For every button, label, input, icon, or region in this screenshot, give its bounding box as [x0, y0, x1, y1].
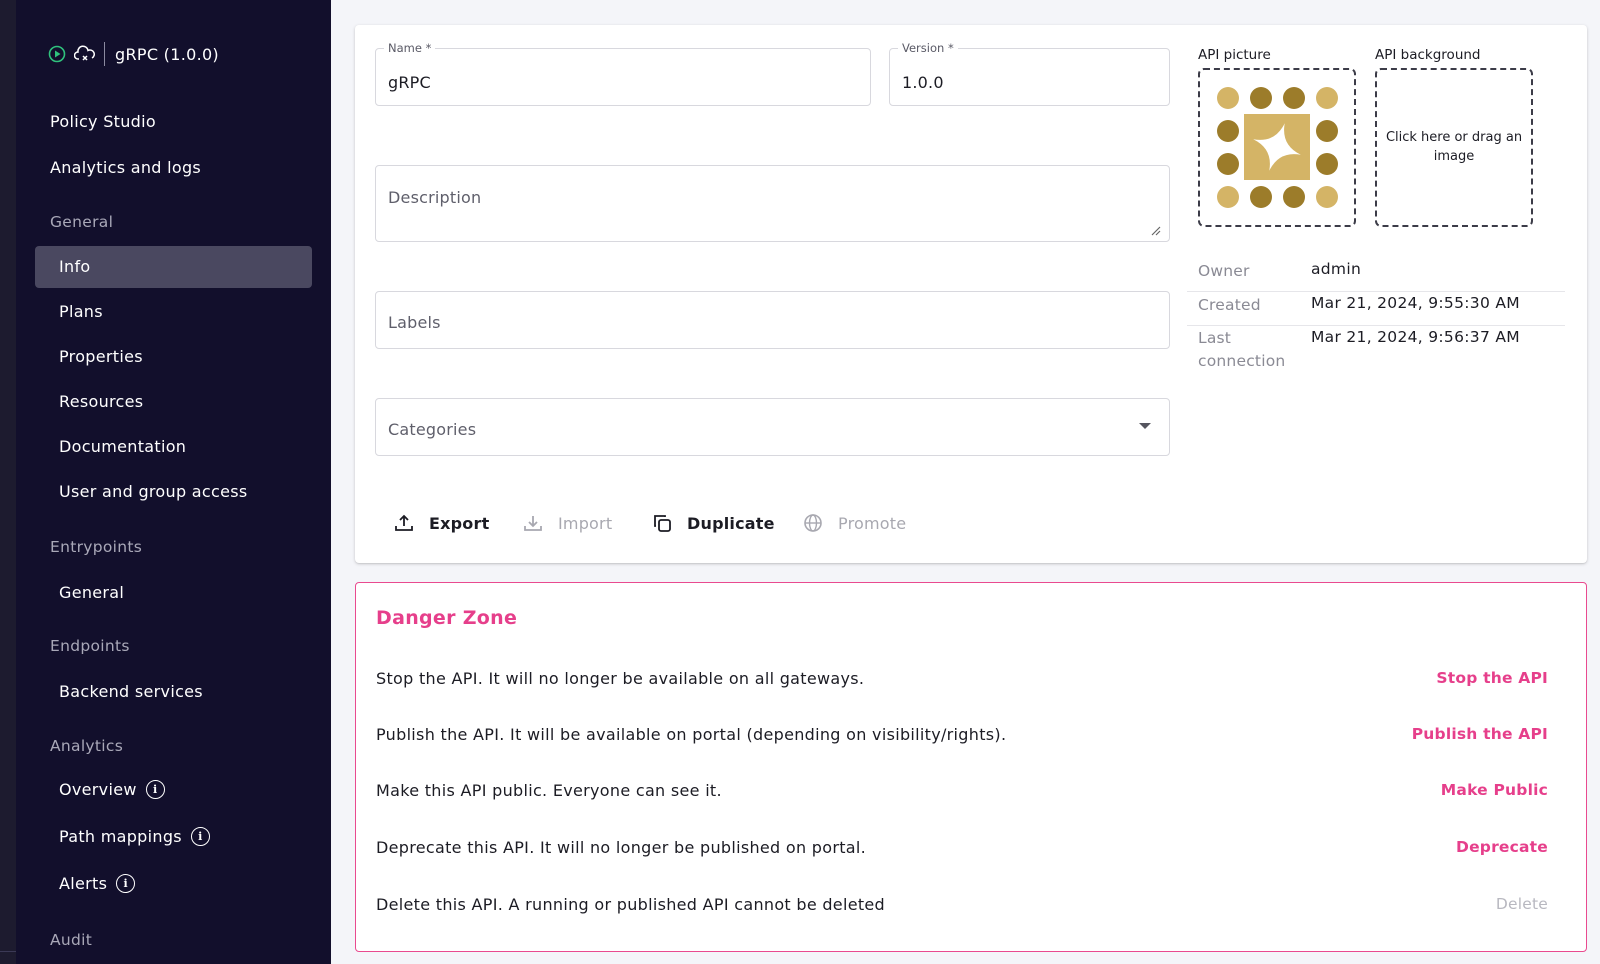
download-icon [522, 512, 544, 534]
nav-item-resources[interactable]: Resources [59, 392, 143, 411]
nav-item-overview[interactable]: Overview i [59, 780, 165, 799]
scrollbar[interactable] [0, 951, 16, 952]
api-picture-label: API picture [1198, 47, 1271, 63]
delete-api-description: Delete this API. A running or published … [376, 895, 886, 914]
nav-item-alerts[interactable]: Alerts i [59, 874, 136, 893]
nav-analytics-and-logs[interactable]: Analytics and logs [50, 158, 201, 177]
labels-field[interactable]: Labels [375, 291, 1170, 349]
name-field[interactable]: Name * gRPC [375, 41, 871, 106]
section-endpoints-title: Endpoints [50, 637, 130, 655]
make-public-description: Make this API public. Everyone can see i… [376, 781, 722, 800]
version-field[interactable]: Version * 1.0.0 [889, 41, 1170, 106]
owner-value: admin [1311, 260, 1362, 278]
nav-item-properties[interactable]: Properties [59, 347, 143, 366]
stop-api-description: Stop the API. It will no longer be avail… [376, 669, 865, 688]
nav-item-entrypoints-general[interactable]: General [59, 583, 124, 602]
nav-item-user-and-group-access[interactable]: User and group access [59, 482, 248, 501]
nav-item-path-mappings-label: Path mappings [59, 827, 182, 846]
delete-api-button[interactable]: Delete [1496, 895, 1548, 913]
api-picture-dropzone[interactable] [1198, 68, 1356, 227]
export-button[interactable]: Export [393, 512, 489, 534]
make-public-button[interactable]: Make Public [1441, 781, 1548, 799]
last-connection-label: Last connection [1198, 329, 1286, 370]
resize-handle-icon[interactable] [1149, 221, 1161, 236]
nav-item-path-mappings[interactable]: Path mappings i [59, 827, 210, 846]
categories-select[interactable]: Categories [375, 398, 1170, 456]
api-header: gRPC (1.0.0) [46, 40, 219, 68]
promote-label: Promote [838, 513, 907, 533]
api-avatar-icon [1217, 87, 1338, 208]
created-label: Created [1198, 296, 1261, 314]
nav-item-overview-label: Overview [59, 780, 137, 799]
meta-row-owner: Owner admin [1187, 258, 1565, 292]
import-label: Import [558, 513, 613, 533]
danger-zone-title: Danger Zone [376, 607, 518, 629]
cloud-sync-icon [74, 43, 96, 65]
stop-api-button[interactable]: Stop the API [1436, 669, 1548, 687]
description-field[interactable]: Description [375, 165, 1170, 242]
owner-label: Owner [1198, 262, 1250, 280]
section-general-title: General [50, 213, 114, 231]
nav-item-info[interactable]: Info [59, 257, 90, 276]
header-separator [104, 42, 105, 66]
section-analytics-title: Analytics [50, 737, 124, 755]
info-icon: i [116, 874, 136, 893]
name-field-label: Name * [384, 41, 436, 55]
export-label: Export [429, 513, 490, 533]
duplicate-button[interactable]: Duplicate [651, 512, 775, 534]
nav-policy-studio[interactable]: Policy Studio [50, 112, 156, 131]
sidebar: gRPC (1.0.0) Policy Studio Analytics and… [16, 0, 331, 964]
deprecate-description: Deprecate this API. It will no longer be… [376, 838, 867, 857]
labels-placeholder: Labels [388, 313, 441, 332]
section-audit-title: Audit [50, 931, 93, 949]
nav-item-plans[interactable]: Plans [59, 302, 103, 321]
description-placeholder: Description [388, 188, 482, 207]
api-background-hint: Click here or drag an image [1385, 130, 1523, 164]
publish-api-button[interactable]: Publish the API [1412, 725, 1548, 743]
meta-row-last-connection: Last connection Mar 21, 2024, 9:56:37 AM [1187, 326, 1565, 382]
deprecate-button[interactable]: Deprecate [1456, 838, 1548, 856]
copy-icon [651, 512, 673, 534]
version-field-label: Version * [898, 41, 958, 55]
outer-nav-strip [0, 0, 16, 964]
api-title: gRPC (1.0.0) [115, 44, 219, 64]
nav-item-documentation[interactable]: Documentation [59, 437, 186, 456]
info-icon: i [190, 827, 210, 846]
nav-item-backend-services[interactable]: Backend services [59, 682, 203, 701]
promote-button[interactable]: Promote [802, 512, 906, 534]
upload-icon [393, 512, 415, 534]
version-value: 1.0.0 [902, 73, 944, 92]
duplicate-label: Duplicate [687, 513, 775, 533]
last-connection-value: Mar 21, 2024, 9:56:37 AM [1311, 328, 1520, 346]
globe-icon [802, 512, 824, 534]
api-info-card: Name * gRPC Version * 1.0.0 Description … [355, 25, 1587, 563]
danger-zone-card: Danger Zone Stop the API. It will no lon… [355, 582, 1587, 952]
categories-placeholder: Categories [388, 420, 477, 439]
import-button[interactable]: Import [522, 512, 612, 534]
meta-row-created: Created Mar 21, 2024, 9:55:30 AM [1187, 292, 1565, 326]
caret-down-icon [1139, 423, 1151, 429]
api-background-dropzone[interactable]: Click here or drag an image [1375, 68, 1533, 227]
publish-api-description: Publish the API. It will be available on… [376, 725, 1007, 744]
play-circle-icon [46, 43, 68, 65]
nav-item-alerts-label: Alerts [59, 874, 108, 893]
name-value: gRPC [388, 73, 431, 92]
created-value: Mar 21, 2024, 9:55:30 AM [1311, 294, 1520, 312]
section-entrypoints-title: Entrypoints [50, 538, 143, 556]
info-icon: i [145, 780, 165, 799]
api-background-label: API background [1375, 47, 1481, 63]
